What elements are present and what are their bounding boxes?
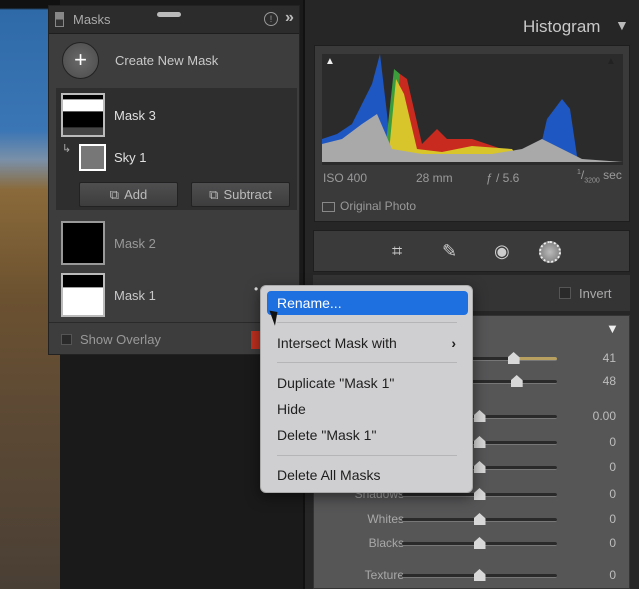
show-overlay-checkbox[interactable]: [61, 334, 72, 345]
panel-toggle-icon[interactable]: [55, 12, 64, 27]
original-photo-label: Original Photo: [340, 199, 417, 213]
masking-icon[interactable]: [539, 241, 561, 263]
mask-thumbnail: [61, 93, 105, 137]
slider-row: Whites 0: [314, 510, 630, 530]
slider-row: Texture 0: [314, 566, 630, 586]
histogram-graph[interactable]: [322, 54, 623, 165]
shutter-speed: 1/3200 sec: [577, 168, 622, 185]
sub-arrow-icon: ↳: [62, 143, 72, 155]
add-icon: ⧉: [109, 186, 120, 202]
mask-name[interactable]: Mask 1: [114, 288, 156, 303]
slider-knob[interactable]: [507, 352, 520, 364]
chevron-right-icon: ›: [451, 335, 456, 351]
red-eye-icon[interactable]: ◉: [494, 241, 510, 262]
more-options-icon[interactable]: •: [254, 282, 258, 296]
slider-value[interactable]: 48: [603, 374, 616, 388]
healing-icon[interactable]: ✎: [442, 241, 457, 262]
iso-value: ISO 400: [323, 171, 368, 185]
slider-knob[interactable]: [473, 488, 486, 500]
slider-value[interactable]: 0: [609, 435, 616, 449]
slider-knob[interactable]: [473, 569, 486, 581]
mask-thumbnail: [61, 221, 105, 265]
slider-value[interactable]: 41: [603, 351, 616, 365]
panel-menu-triangle-icon[interactable]: ▼: [606, 321, 619, 336]
crop-icon[interactable]: ⌗: [392, 241, 402, 262]
help-icon[interactable]: !: [264, 12, 278, 26]
menu-divider: [277, 322, 457, 323]
menu-item-hide[interactable]: Hide: [267, 397, 468, 421]
slider-value[interactable]: 0.00: [593, 409, 616, 423]
menu-item-rename[interactable]: Rename...: [267, 291, 468, 315]
menu-item-intersect[interactable]: Intersect Mask with ›: [267, 331, 468, 355]
slider-value[interactable]: 0: [609, 568, 616, 582]
create-new-mask-label: Create New Mask: [115, 53, 219, 68]
intersect-label: Intersect Mask with: [277, 335, 397, 351]
context-menu: Rename... Intersect Mask with › Duplicate…: [260, 285, 473, 493]
masks-title: Masks: [73, 12, 111, 27]
slider-value[interactable]: 0: [609, 536, 616, 550]
tool-strip: ⌗ ✎ ◉: [313, 230, 630, 272]
slider-value[interactable]: 0: [609, 512, 616, 526]
slider-label: Blacks: [368, 536, 404, 550]
mask-item[interactable]: Mask 2: [56, 216, 297, 265]
component-thumbnail: [79, 144, 106, 171]
slider-track[interactable]: [402, 569, 557, 581]
slider-knob[interactable]: [510, 375, 523, 387]
slider-knob[interactable]: [473, 461, 486, 473]
subtract-icon: ⧉: [209, 186, 219, 202]
menu-divider: [277, 455, 457, 456]
subtract-button[interactable]: ⧉ Subtract: [191, 182, 290, 207]
create-new-mask-button[interactable]: + Create New Mask: [62, 42, 262, 82]
aperture-value: ƒ / 5.6: [486, 171, 520, 185]
slider-knob[interactable]: [473, 436, 486, 448]
slider-label: Texture: [364, 568, 404, 582]
slider-track[interactable]: [402, 513, 557, 525]
menu-divider: [277, 362, 457, 363]
slider-label: Whites: [367, 512, 404, 526]
original-photo-checkbox[interactable]: [322, 202, 335, 212]
shadow-clipping-icon[interactable]: ▲: [325, 56, 335, 67]
show-overlay-label: Show Overlay: [80, 332, 161, 347]
slider-track[interactable]: [402, 537, 557, 549]
invert-label: Invert: [579, 286, 612, 301]
slider-value[interactable]: 0: [609, 487, 616, 501]
invert-checkbox[interactable]: [559, 287, 571, 299]
collapse-triangle-icon[interactable]: ▼: [615, 17, 629, 33]
slider-value[interactable]: 0: [609, 460, 616, 474]
mask-item-selected[interactable]: Mask 3 ↳ Sky 1 ⧉ Add ⧉ Subtract: [56, 88, 297, 210]
masks-header[interactable]: Masks ! »: [49, 6, 299, 34]
highlight-clipping-icon[interactable]: ▲: [606, 56, 616, 67]
histogram-panel: ▲ ▲ ISO 400 28 mm ƒ / 5.6 1/3200 sec Ori…: [314, 45, 630, 222]
subtract-label: Subtract: [223, 187, 272, 202]
menu-item-delete[interactable]: Delete "Mask 1": [267, 423, 468, 447]
drag-handle[interactable]: [157, 12, 181, 17]
collapse-icon[interactable]: »: [285, 9, 294, 27]
add-button[interactable]: ⧉ Add: [79, 182, 178, 207]
menu-item-duplicate[interactable]: Duplicate "Mask 1": [267, 371, 468, 395]
slider-knob[interactable]: [473, 513, 486, 525]
add-label: Add: [124, 187, 148, 202]
menu-item-delete-all[interactable]: Delete All Masks: [267, 463, 468, 487]
slider-knob[interactable]: [473, 537, 486, 549]
mask-thumbnail: [61, 273, 105, 317]
mask-name[interactable]: Mask 3: [114, 108, 156, 123]
slider-knob[interactable]: [473, 410, 486, 422]
plus-icon: +: [62, 42, 99, 79]
slider-row: Blacks 0: [314, 534, 630, 554]
component-name[interactable]: Sky 1: [114, 150, 147, 165]
mask-name[interactable]: Mask 2: [114, 236, 156, 251]
slider-track[interactable]: [402, 488, 557, 500]
histogram-title: Histogram: [523, 17, 601, 36]
focal-length: 28 mm: [416, 171, 453, 185]
